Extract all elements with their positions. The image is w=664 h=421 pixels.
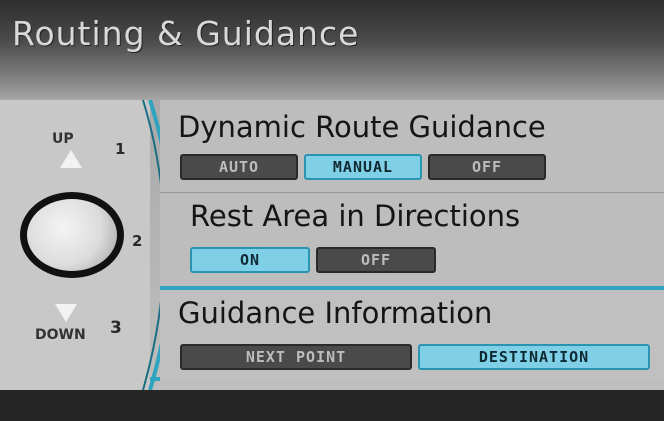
guidance-information-section: Guidance Information NEXT POINT DESTINAT… <box>160 286 664 382</box>
destination-option-button[interactable]: DESTINATION <box>418 344 650 370</box>
up-label: UP <box>52 131 74 147</box>
section-title: Dynamic Route Guidance <box>178 110 546 144</box>
triangle-up-icon[interactable] <box>60 150 82 168</box>
title-bar: Routing & Guidance <box>0 0 664 100</box>
off-option-button[interactable]: OFF <box>428 154 546 180</box>
knob-position-2: 2 <box>132 232 143 250</box>
knob-position-1: 1 <box>115 140 126 158</box>
off-option-button[interactable]: OFF <box>316 247 436 273</box>
down-label: DOWN <box>35 327 86 343</box>
bottom-bar <box>0 390 664 421</box>
manual-option-button[interactable]: MANUAL <box>304 154 422 180</box>
triangle-down-icon[interactable] <box>55 304 77 322</box>
on-option-button[interactable]: ON <box>190 247 310 273</box>
routing-guidance-screen: Routing & Guidance UP 1 2 DOWN 3 Dynamic… <box>0 0 664 421</box>
next-point-option-button[interactable]: NEXT POINT <box>180 344 412 370</box>
rest-area-section: Rest Area in Directions ON OFF <box>160 192 664 287</box>
selector-knob[interactable] <box>20 192 124 278</box>
page-title: Routing & Guidance <box>12 14 360 53</box>
section-title: Rest Area in Directions <box>190 199 521 233</box>
auto-option-button[interactable]: AUTO <box>180 154 298 180</box>
knob-position-3: 3 <box>110 318 122 338</box>
section-title: Guidance Information <box>178 296 493 330</box>
dynamic-route-guidance-section: Dynamic Route Guidance AUTO MANUAL OFF <box>160 100 664 192</box>
